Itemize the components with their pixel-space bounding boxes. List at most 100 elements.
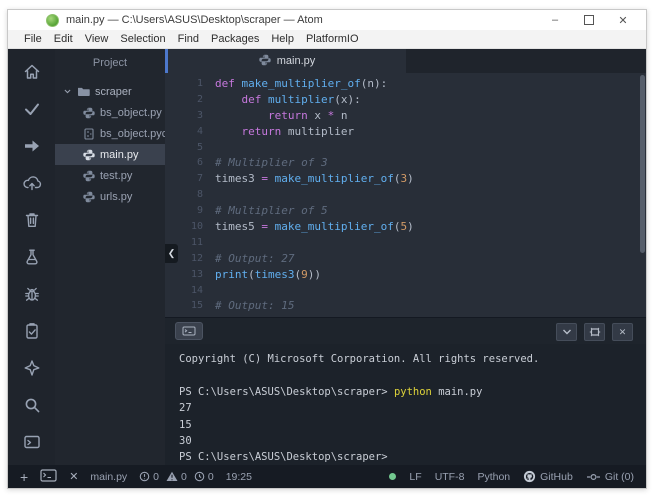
terminal-line-2 — [179, 367, 646, 383]
maximize-icon — [584, 15, 594, 25]
warning-triangle-icon — [166, 471, 178, 482]
chevron-down-icon — [63, 87, 72, 96]
diagnostics-errors: 0 — [139, 471, 159, 483]
tree-file-label: test.py — [100, 170, 132, 182]
code-line-14: 14 — [165, 283, 646, 299]
diagnostics[interactable]: 0 0 0 — [139, 471, 214, 483]
test-flask-icon[interactable] — [8, 238, 55, 275]
code-line-9: 9# Multiplier of 5 — [165, 203, 646, 219]
code-line-12: 12# Output: 27 — [165, 251, 646, 267]
code-editor[interactable]: 1def make_multiplier_of(n):2 def multipl… — [165, 73, 646, 317]
platformio-dock — [8, 49, 55, 465]
terminal-line-7: PS C:\Users\ASUS\Desktop\scraper> — [179, 449, 646, 465]
git-button[interactable]: Git (0) — [586, 471, 634, 483]
tree-file-label: urls.py — [100, 191, 132, 203]
code-line-15: 15# Output: 15 — [165, 298, 646, 314]
terminal-output[interactable]: Copyright (C) Microsoft Corporation. All… — [165, 344, 646, 465]
terminal-icon[interactable] — [8, 423, 55, 460]
terminal-collapse-button[interactable] — [556, 323, 577, 341]
check-clipboard-icon[interactable] — [8, 312, 55, 349]
remote-icon[interactable] — [8, 349, 55, 386]
code-line-4: 4 return multiplier — [165, 124, 646, 140]
close-all-terminals-button[interactable]: ✕ — [69, 470, 78, 483]
fullscreen-icon — [589, 327, 601, 337]
editor-column: main.py 1def make_multiplier_of(n):2 def… — [165, 49, 646, 465]
line-number: 10 — [165, 219, 215, 235]
maximize-button[interactable] — [572, 10, 606, 30]
code-lines: 1def make_multiplier_of(n):2 def multipl… — [165, 76, 646, 317]
line-number: 2 — [165, 92, 215, 108]
tree-folder-scraper[interactable]: scraper — [55, 81, 165, 102]
terminal-list-button[interactable] — [40, 469, 57, 485]
code-line-13: 13print(times3(9)) — [165, 267, 646, 283]
new-terminal-button[interactable]: + — [20, 470, 28, 484]
tree-view: Project scraper bs_object.py bs_object.p… — [55, 49, 165, 465]
close-button[interactable]: ✕ — [606, 10, 640, 30]
terminal-line-4: 27 — [179, 400, 646, 416]
tree-file-urls.py[interactable]: urls.py — [55, 186, 165, 207]
menu-item-find[interactable]: Find — [172, 33, 205, 45]
python-file-icon — [83, 191, 95, 203]
terminal-fullscreen-button[interactable] — [584, 323, 605, 341]
info-clock-icon — [194, 471, 205, 482]
cloud-upload-icon[interactable] — [8, 164, 55, 201]
tree-file-label: bs_object.py — [100, 107, 162, 119]
code-line-6: 6# Multiplier of 3 — [165, 155, 646, 171]
line-number: 3 — [165, 108, 215, 124]
code-line-10: 10times5 = make_multiplier_of(5) — [165, 219, 646, 235]
code-line-1: 1def make_multiplier_of(n): — [165, 76, 646, 92]
tab-main-py[interactable]: main.py — [168, 49, 406, 73]
tree-rows: scraper bs_object.py bs_object.pyc main.… — [55, 81, 165, 207]
build-check-icon[interactable] — [8, 90, 55, 127]
window-title: main.py — C:\Users\ASUS\Desktop\scraper … — [66, 14, 323, 26]
menu-item-file[interactable]: File — [18, 33, 48, 45]
minimize-button[interactable]: – — [538, 10, 572, 30]
main-area: Project scraper bs_object.py bs_object.p… — [8, 49, 646, 465]
github-icon — [523, 470, 536, 483]
terminal-status-badge[interactable] — [175, 322, 203, 340]
terminal-line-5: 15 — [179, 417, 646, 433]
tab-python-icon — [259, 54, 271, 69]
tree-file-test.py[interactable]: test.py — [55, 165, 165, 186]
line-number: 5 — [165, 140, 215, 156]
tree-file-bs_object.pyc[interactable]: bs_object.pyc — [55, 123, 165, 144]
upload-arrow-icon[interactable] — [8, 127, 55, 164]
tree-folder-label: scraper — [95, 86, 132, 98]
git-branch-icon — [586, 472, 601, 482]
tree-file-bs_object.py[interactable]: bs_object.py — [55, 102, 165, 123]
menu-item-packages[interactable]: Packages — [205, 33, 265, 45]
terminal-close-button[interactable]: ✕ — [612, 323, 633, 341]
statusbar-filename[interactable]: main.py — [90, 471, 127, 483]
tree-file-main.py[interactable]: main.py — [55, 144, 165, 165]
atom-logo-icon — [46, 14, 59, 27]
atom-window: main.py — C:\Users\ASUS\Desktop\scraper … — [7, 9, 647, 489]
binary-file-icon — [83, 128, 95, 140]
menu-item-help[interactable]: Help — [265, 33, 300, 45]
terminal-line-1: Copyright (C) Microsoft Corporation. All… — [179, 351, 646, 367]
debug-bug-icon[interactable] — [8, 275, 55, 312]
python-file-icon — [83, 149, 95, 161]
error-circle-icon — [139, 471, 150, 482]
menu-item-platformio[interactable]: PlatformIO — [300, 33, 365, 45]
line-number: 15 — [165, 298, 215, 314]
editor-scrollbar[interactable] — [640, 75, 645, 253]
menu-item-view[interactable]: View — [79, 33, 115, 45]
tree-toggle-handle[interactable]: ❮ — [165, 244, 178, 263]
line-number: 13 — [165, 267, 215, 283]
folder-icon — [77, 86, 90, 97]
code-line-11: 11 — [165, 235, 646, 251]
github-button[interactable]: GitHub — [523, 470, 573, 483]
status-bar: + ✕ main.py 0 0 0 19:25 — [8, 465, 646, 488]
cursor-position[interactable]: 19:25 — [226, 471, 252, 483]
encoding-indicator[interactable]: UTF-8 — [435, 471, 465, 483]
line-ending-indicator[interactable]: LF — [409, 471, 421, 483]
clean-trash-icon[interactable] — [8, 201, 55, 238]
grammar-indicator[interactable]: Python — [477, 471, 510, 483]
search-icon[interactable] — [8, 386, 55, 423]
menu-item-selection[interactable]: Selection — [114, 33, 171, 45]
menu-item-edit[interactable]: Edit — [48, 33, 79, 45]
linter-status-dot — [389, 473, 396, 480]
home-icon[interactable] — [8, 53, 55, 90]
line-number: 7 — [165, 171, 215, 187]
code-line-3: 3 return x * n — [165, 108, 646, 124]
